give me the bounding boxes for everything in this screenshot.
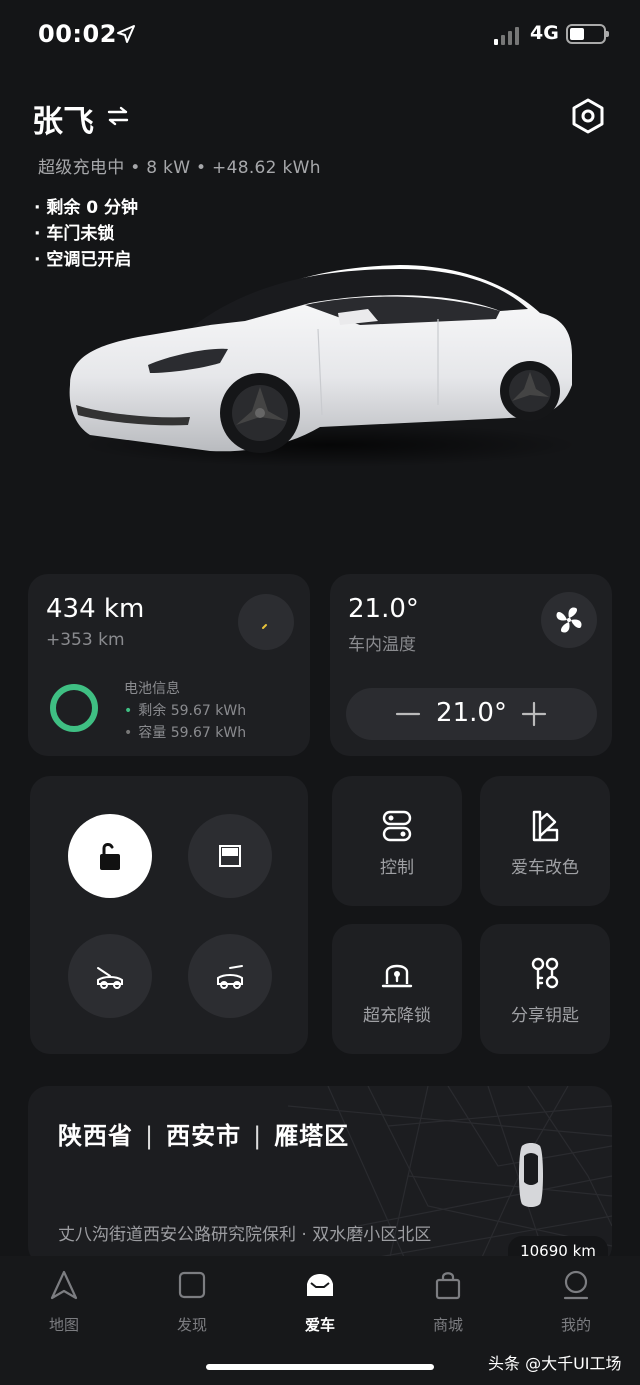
car-image [69, 265, 580, 467]
car-window-icon [219, 845, 241, 867]
tab-map-label: 地图 [48, 1316, 79, 1334]
frunk-button[interactable] [68, 934, 152, 1018]
profile-icon [563, 1270, 589, 1300]
location-card[interactable]: 陕西省 | 西安市 | 雁塔区 丈八沟街道西安公路研究院保利 · 双水磨小区北区 106… [28, 1086, 612, 1266]
location-region: 陕西省 | 西安市 | 雁塔区 [58, 1116, 349, 1151]
tab-car-label: 爱车 [304, 1316, 335, 1334]
window-button[interactable] [188, 814, 272, 898]
fan-icon [556, 607, 582, 633]
battery-capacity: • 容量 59.67 kWh [124, 725, 247, 741]
shopping-bag-icon [435, 1272, 461, 1300]
range-value: 434 km [46, 594, 145, 624]
cabin-temperature-label: 车内温度 [348, 635, 416, 655]
tile-paint-label: 爱车改色 [511, 858, 579, 878]
battery-icon [566, 24, 609, 44]
map-car-marker-icon [519, 1143, 543, 1207]
tab-discover[interactable]: 发现 [142, 1268, 242, 1338]
watermark: 头条 @大千UI工场 [488, 1354, 622, 1373]
range-card[interactable]: 434 km +353 km 电池信息 • 剩余 59.67 kWh • 容量 59… [28, 574, 310, 756]
battery-info-title: 电池信息 [124, 681, 180, 697]
temperature-control: 21.0° [346, 688, 597, 740]
share-key-icon [531, 957, 559, 990]
unlock-icon [100, 843, 120, 870]
region-separator: | [253, 1122, 263, 1150]
plus-icon[interactable] [520, 700, 548, 728]
tile-share-key-label: 分享钥匙 [511, 1006, 579, 1026]
tile-share-key[interactable]: 分享钥匙 [480, 924, 610, 1054]
cabin-temperature: 21.0° [348, 594, 419, 624]
lock-button[interactable] [68, 814, 152, 898]
home-indicator[interactable] [206, 1364, 434, 1370]
tab-profile[interactable]: 我的 [526, 1268, 626, 1338]
tab-map[interactable]: 地图 [14, 1268, 114, 1338]
tile-paint[interactable]: 爱车改色 [480, 776, 610, 906]
battery-remaining: • 剩余 59.67 kWh [124, 703, 247, 719]
trunk-icon [217, 965, 243, 989]
location-arrow-icon [117, 25, 135, 43]
temperature-setpoint: 21.0° [436, 698, 507, 728]
tile-supercharger-lock-label: 超充降锁 [363, 1006, 431, 1026]
climate-card[interactable]: 21.0° 车内温度 21.0° [330, 574, 612, 756]
control-icon [382, 810, 412, 842]
range-delta: +353 km [46, 630, 125, 650]
network-type: 4G [530, 22, 559, 44]
charging-status: 超级充电中 • 8 kW • +48.62 kWh [38, 158, 321, 178]
tab-discover-label: 发现 [176, 1316, 207, 1334]
discover-square-icon [178, 1271, 206, 1299]
tab-car[interactable]: 爱车 [270, 1268, 370, 1338]
district: 雁塔区 [274, 1122, 350, 1150]
tile-control[interactable]: 控制 [332, 776, 462, 906]
tab-profile-label: 我的 [560, 1316, 591, 1334]
range-dial-icon [238, 594, 294, 650]
charger-lock-icon [381, 964, 413, 988]
hexagon-settings-icon[interactable] [568, 96, 608, 136]
note-remaining-time: · 剩余 0 分钟 [34, 198, 139, 218]
car-front-icon [307, 1274, 333, 1296]
city: 西安市 [166, 1122, 242, 1150]
tile-control-label: 控制 [380, 858, 414, 878]
region-separator: | [145, 1122, 155, 1150]
tab-shop[interactable]: 商城 [398, 1268, 498, 1338]
note-door-unlocked: · 车门未锁 [34, 224, 115, 244]
status-time: 00:02 [38, 20, 117, 48]
map-arrow-icon [50, 1270, 78, 1300]
paint-palette-icon [532, 810, 559, 842]
tile-supercharger-lock[interactable]: 超充降锁 [332, 924, 462, 1054]
quick-controls-card [30, 776, 308, 1054]
province: 陕西省 [58, 1122, 133, 1150]
signal-bars-icon [494, 25, 522, 45]
tab-shop-label: 商城 [432, 1316, 463, 1334]
battery-ring-icon [50, 684, 98, 732]
location-address: 丈八沟街道西安公路研究院保利 · 双水磨小区北区 [58, 1225, 432, 1245]
car-name[interactable]: 张飞 [32, 96, 94, 141]
frunk-icon [97, 967, 123, 989]
trunk-button[interactable] [188, 934, 272, 1018]
fan-button[interactable] [541, 592, 597, 648]
swap-icon[interactable] [106, 104, 130, 128]
